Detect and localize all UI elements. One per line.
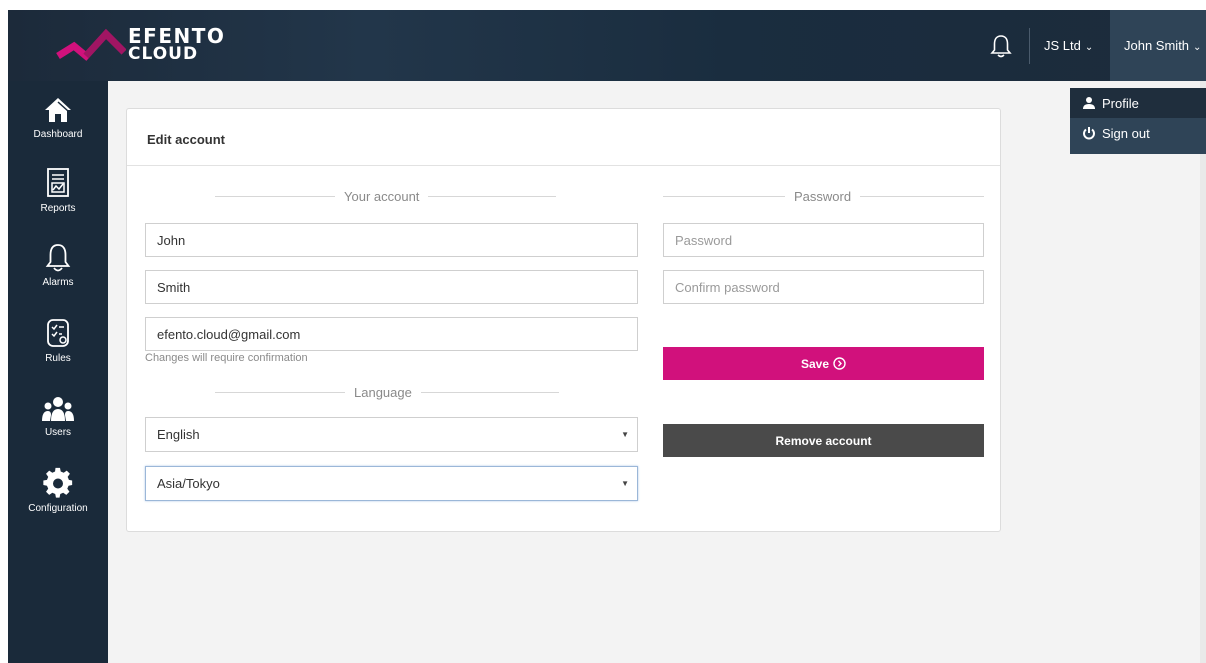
remove-account-button[interactable]: Remove account	[663, 424, 984, 457]
efento-logo-icon	[56, 28, 126, 61]
user-icon	[1083, 97, 1095, 109]
sidebar-item-label: Alarms	[42, 277, 74, 288]
password-field[interactable]: Password	[663, 223, 984, 257]
divider-line	[860, 196, 985, 197]
email-hint: Changes will require confirmation	[145, 352, 308, 364]
sidebar-item-label: Users	[44, 427, 72, 438]
brand-line1: EFENTO	[128, 24, 226, 48]
sidebar-item-dashboard[interactable]: Dashboard	[8, 95, 108, 140]
scrollbar-track[interactable]	[1200, 81, 1206, 663]
timezone-select[interactable]: Asia/Tokyo ▼	[145, 466, 638, 501]
arrow-circle-right-icon	[833, 357, 846, 370]
email-field[interactable]: efento.cloud@gmail.com	[145, 317, 638, 351]
chevron-down-icon: ⌄	[1084, 42, 1094, 53]
header-separator	[1029, 28, 1030, 64]
card-title: Edit account	[127, 109, 1000, 166]
user-dropdown-menu: Profile Sign out	[1070, 88, 1206, 154]
report-icon	[47, 168, 69, 197]
power-icon	[1083, 127, 1095, 140]
sidebar-item-reports[interactable]: Reports	[8, 167, 108, 214]
sidebar-item-alarms[interactable]: Alarms	[8, 243, 108, 288]
divider-line	[420, 392, 559, 393]
sidebar-item-label: Dashboard	[33, 129, 83, 140]
save-label: Save	[800, 356, 830, 371]
sidebar-item-users[interactable]: Users	[8, 395, 108, 438]
confirm-password-field[interactable]: Confirm password	[663, 270, 984, 304]
sidebar-item-rules[interactable]: Rules	[8, 317, 108, 364]
divider-line	[215, 392, 345, 393]
section-label: Language	[354, 385, 412, 400]
company-name: JS Ltd	[1044, 38, 1081, 53]
top-bar: EFENTO CLOUD JS Ltd ⌄ John Smith ⌄	[8, 10, 1206, 81]
gear-icon	[43, 467, 73, 498]
section-your-account: Your account	[215, 189, 557, 204]
section-password: Password	[663, 189, 985, 204]
save-button[interactable]: Save	[663, 347, 984, 380]
divider-line	[663, 196, 785, 197]
edit-account-card: Edit account Your account Password John …	[126, 108, 1001, 532]
first-name-field[interactable]: John	[145, 223, 638, 257]
menu-item-sign-out[interactable]: Sign out	[1070, 118, 1206, 148]
section-label: Your account	[344, 189, 420, 204]
divider-line	[215, 196, 335, 197]
home-icon	[45, 98, 71, 122]
user-name: John Smith	[1124, 38, 1190, 53]
brand-logo[interactable]: EFENTO CLOUD	[128, 24, 226, 63]
section-label: Password	[794, 189, 852, 204]
app-frame: EFENTO CLOUD JS Ltd ⌄ John Smith ⌄ Profile	[8, 10, 1206, 663]
timezone-value: Asia/Tokyo	[157, 476, 220, 491]
menu-item-label: Profile	[1102, 95, 1139, 111]
users-icon	[42, 397, 74, 421]
sidebar-item-label: Configuration	[28, 503, 88, 514]
language-value: English	[157, 427, 200, 442]
chevron-down-icon: ⌄	[1193, 42, 1202, 53]
menu-item-profile[interactable]: Profile	[1070, 88, 1206, 118]
sidebar-item-configuration[interactable]: Configuration	[8, 467, 108, 514]
caret-down-icon: ▼	[621, 479, 629, 488]
company-selector[interactable]: JS Ltd ⌄	[1044, 38, 1093, 53]
last-name-field[interactable]: Smith	[145, 270, 638, 304]
section-language: Language	[215, 385, 559, 400]
sidebar: Dashboard Reports Alarms Rules Users Con…	[8, 81, 108, 663]
menu-item-label: Sign out	[1102, 125, 1150, 141]
divider-line	[428, 196, 557, 197]
rules-icon	[47, 319, 69, 347]
language-select[interactable]: English ▼	[145, 417, 638, 452]
user-menu-button[interactable]: John Smith ⌄	[1110, 10, 1206, 81]
bell-icon	[45, 244, 71, 272]
sidebar-item-label: Reports	[40, 203, 76, 214]
caret-down-icon: ▼	[621, 430, 629, 439]
sidebar-item-label: Rules	[45, 353, 71, 364]
notifications-bell-icon[interactable]	[990, 34, 1012, 58]
